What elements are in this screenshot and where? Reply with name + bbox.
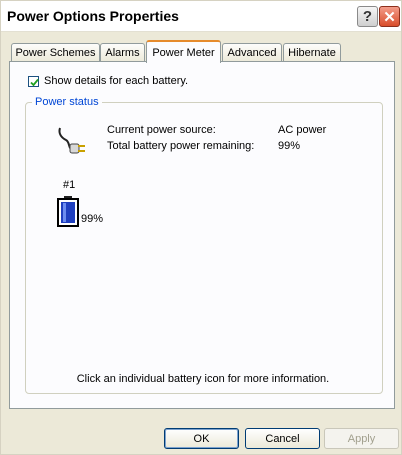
tab-alarms[interactable]: Alarms [100, 43, 145, 62]
ok-button[interactable]: OK [164, 428, 239, 449]
tab-advanced[interactable]: Advanced [222, 43, 282, 62]
power-status-label: Power status [32, 96, 102, 108]
power-options-window: Power Options Properties ? ✕ Power Schem… [0, 0, 402, 455]
close-button[interactable]: ✕ [379, 6, 400, 27]
show-details-label: Show details for each battery. [44, 75, 189, 87]
tab-power-meter[interactable]: Power Meter [146, 40, 221, 63]
window-title: Power Options Properties [7, 8, 179, 24]
show-details-row[interactable]: Show details for each battery. [28, 75, 188, 87]
battery-remaining-value: 99% [278, 140, 301, 152]
battery-number: #1 [63, 179, 76, 191]
power-source-label: Current power source: [107, 124, 216, 136]
apply-button[interactable]: Apply [324, 428, 399, 449]
tab-strip: Power Schemes Alarms Power Meter Advance… [9, 40, 395, 63]
battery-icon[interactable] [57, 196, 79, 227]
close-icon: ✕ [383, 8, 396, 26]
power-source-value: AC power [278, 124, 327, 136]
help-icon: ? [362, 8, 373, 25]
show-details-checkbox[interactable] [28, 75, 39, 87]
title-bar[interactable]: Power Options Properties ? ✕ [1, 1, 401, 32]
battery-hint-text: Click an individual battery icon for mor… [76, 373, 330, 385]
tab-label: Power Meter [152, 46, 215, 59]
tab-hibernate[interactable]: Hibernate [283, 43, 341, 62]
help-button[interactable]: ? [357, 6, 378, 27]
tab-label: Advanced [227, 47, 277, 59]
tab-label: Power Schemes [15, 47, 96, 59]
tab-label: Hibernate [288, 47, 336, 59]
power-meter-panel: Show details for each battery. Power sta… [9, 61, 395, 409]
battery-remaining-label: Total battery power remaining: [107, 140, 255, 152]
checkmark-icon [30, 78, 39, 86]
ac-plug-icon [58, 127, 85, 154]
tab-power-schemes[interactable]: Power Schemes [11, 43, 100, 62]
cancel-button[interactable]: Cancel [245, 428, 320, 449]
battery-percent: 99% [81, 213, 104, 225]
tab-label: Alarms [105, 47, 140, 59]
